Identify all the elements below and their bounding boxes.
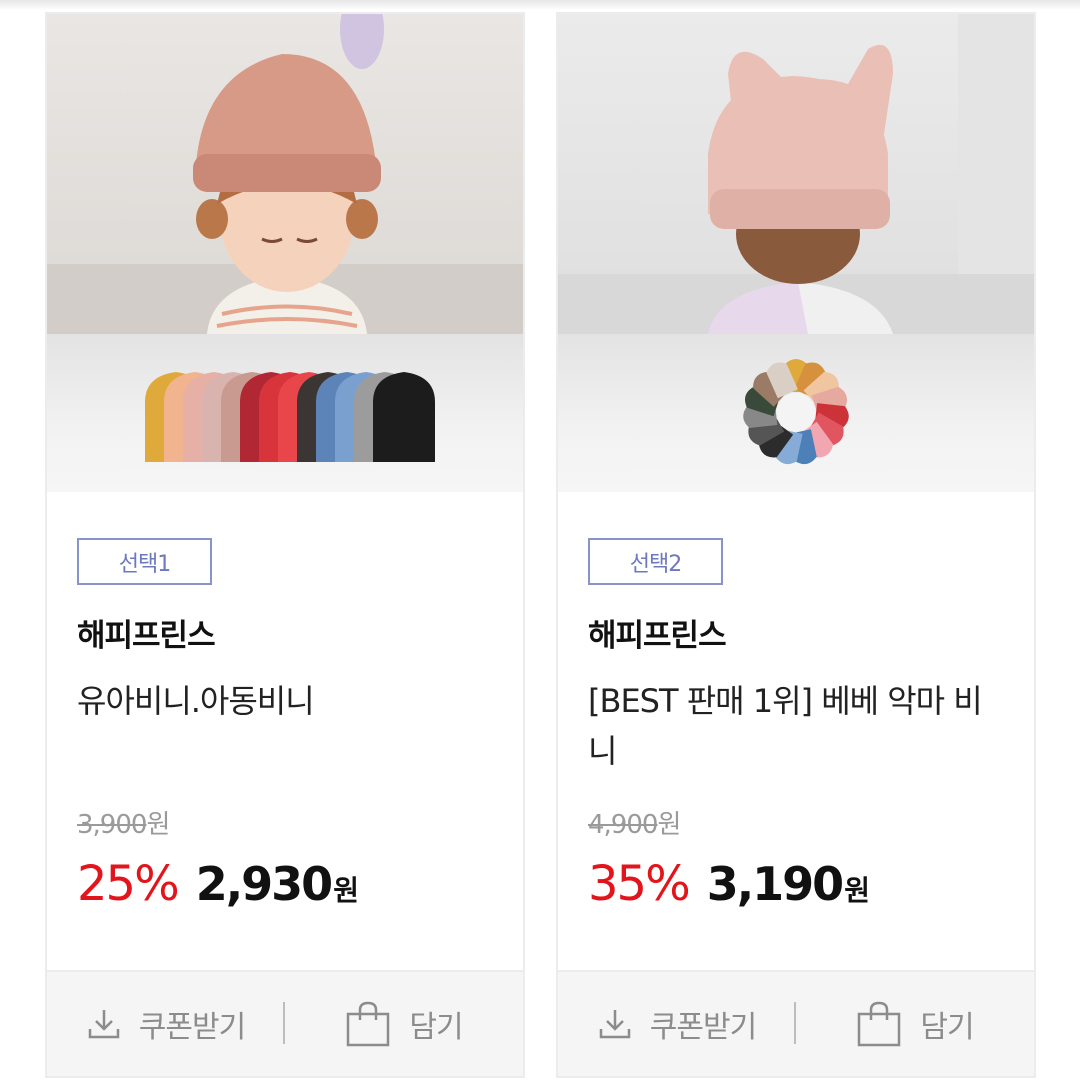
original-price-unit: 원 [146, 810, 170, 840]
price-row: 35% 3,190 원 [588, 856, 870, 912]
sale-price-unit: 원 [333, 874, 359, 907]
product-name[interactable]: [BEST 판매 1위] 베베 악마 비니 [588, 676, 1008, 776]
sale-price-unit: 원 [844, 874, 870, 907]
option-badge: 선택2 [588, 538, 723, 585]
product-name[interactable]: 유아비니.아동비니 [77, 676, 497, 726]
shopping-bag-icon [856, 1000, 902, 1048]
product-photo[interactable] [558, 14, 1034, 334]
add-to-cart-button[interactable]: 담기 [796, 972, 1034, 1076]
add-to-cart-button[interactable]: 담기 [285, 972, 523, 1076]
card-actions: 쿠폰받기 담기 [558, 970, 1034, 1076]
download-icon [87, 1007, 121, 1041]
original-price-value: 4,900 [588, 810, 658, 840]
discount-rate: 35% [588, 856, 691, 912]
product-card[interactable]: 선택1 해피프린스 유아비니.아동비니 3,900원 25% 2,930 원 쿠폰… [45, 12, 525, 1078]
swatch-ring-center [777, 393, 815, 431]
coupon-label: 쿠폰받기 [138, 1010, 246, 1045]
download-icon [598, 1007, 632, 1041]
price-row: 25% 2,930 원 [77, 856, 359, 912]
cart-label: 담기 [409, 1010, 463, 1045]
discount-rate: 25% [77, 856, 180, 912]
top-shadow [0, 0, 1080, 10]
brand-name: 해피프린스 [77, 618, 216, 654]
coupon-button[interactable]: 쿠폰받기 [47, 972, 285, 1076]
cart-label: 담기 [920, 1010, 974, 1045]
color-swatch [373, 372, 435, 462]
shopping-bag-icon [345, 1000, 391, 1048]
product-info[interactable]: 선택2 해피프린스 [BEST 판매 1위] 베베 악마 비니 4,900원 3… [558, 492, 1034, 970]
product-card[interactable]: 선택2 해피프린스 [BEST 판매 1위] 베베 악마 비니 4,900원 3… [556, 12, 1036, 1078]
product-photo[interactable] [47, 14, 523, 334]
card-actions: 쿠폰받기 담기 [47, 970, 523, 1076]
brand-name: 해피프린스 [588, 618, 727, 654]
sale-price: 2,930 [195, 857, 334, 911]
color-swatches [558, 334, 1034, 492]
original-price-value: 3,900 [77, 810, 147, 840]
product-info[interactable]: 선택1 해피프린스 유아비니.아동비니 3,900원 25% 2,930 원 [47, 492, 523, 970]
color-swatches [47, 334, 523, 492]
coupon-label: 쿠폰받기 [649, 1010, 757, 1045]
sale-price: 3,190 [706, 857, 845, 911]
original-price-unit: 원 [657, 810, 681, 840]
coupon-button[interactable]: 쿠폰받기 [558, 972, 796, 1076]
original-price: 3,900원 [77, 804, 170, 841]
option-badge: 선택1 [77, 538, 212, 585]
original-price: 4,900원 [588, 804, 681, 841]
